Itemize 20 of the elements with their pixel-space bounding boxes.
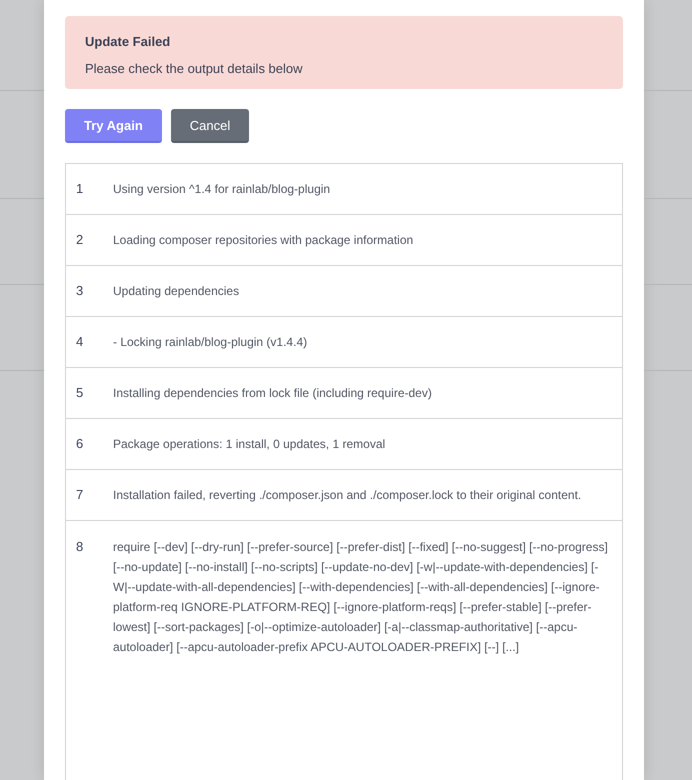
- line-number: 7: [76, 486, 84, 504]
- log-line: Loading composer repositories with package information: [113, 232, 414, 249]
- line-number: 5: [76, 384, 84, 402]
- retry-button[interactable]: Try Again: [65, 109, 162, 143]
- alert-title: Update Failed: [85, 34, 172, 50]
- line-number: 2: [76, 231, 84, 249]
- log-line: Package operations: 1 install, 0 updates, 1 removal: [113, 436, 386, 453]
- line-number: 8: [76, 538, 84, 556]
- line-number: 3: [76, 282, 84, 300]
- log-line: Installing dependencies from lock file (including require-dev): [113, 385, 432, 402]
- log-line: Using version ^1.4 for rainlab/blog-plugin: [113, 181, 330, 198]
- log-line: Installation failed, reverting ./composer.json and ./composer.lock to their original content.: [113, 487, 582, 504]
- line-number: 4: [76, 333, 84, 351]
- log-line: Updating dependencies: [113, 283, 240, 300]
- line-number: 6: [76, 435, 84, 453]
- cancel-button[interactable]: Cancel: [170, 109, 250, 143]
- alert-message: Please check the output details below: [85, 61, 304, 77]
- log-line: - Locking rainlab/blog-plugin (v1.4.4): [113, 334, 308, 351]
- line-number: 1: [76, 180, 84, 198]
- log-line: require [--dev] [--dry-run] [--prefer-source] [--prefer-dist] [--fixed] [--no-suggest] [--no-progress] [--no-update] [--no-install] [--no-scripts] [--update-no-dev] [-w|--update-with-dependencies] [-W|--update-with-all-dependencies] [--with-dependencies] [--with-all-dependencies] [--ignore-platform-req IGNORE-PLATFORM-REQ] [--ignore-platform-reqs] [--prefer-stable] [--prefer-lowest] [--sort-packages] [-o|--optimize-autoloader] [-a|--classmap-authoritative] [--apcu-autoloader] [--apcu-autoloader-prefix APCU-AUTOLOADER-PREFIX] [--] [...]: [113, 539, 609, 656]
